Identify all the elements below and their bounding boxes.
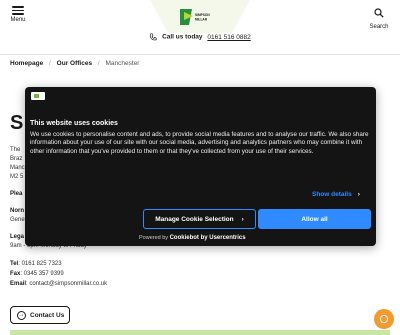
allow-all-button[interactable]: Allow all: [258, 209, 371, 229]
call-us-label: Call us today: [162, 33, 203, 41]
contact-us-label: Contact Us: [30, 311, 65, 319]
hamburger-icon: [12, 6, 24, 15]
legal-label: Lega: [10, 234, 25, 240]
contact-us-button[interactable]: → Contact Us: [10, 306, 70, 324]
address-line: Manc: [10, 165, 25, 171]
tel-value[interactable]: : 0161 825 7323: [18, 261, 61, 267]
cookie-consent-dialog: This website uses cookies We use cookies…: [25, 87, 376, 246]
svg-text:SIMPSON: SIMPSON: [195, 13, 210, 17]
normal-hours-value: Gene: [10, 217, 25, 223]
cookie-description: We use cookies to personalise content an…: [30, 131, 369, 155]
address-line: M2 5: [10, 174, 24, 180]
manage-cookie-selection-button[interactable]: Manage Cookie Selection ›: [143, 209, 256, 229]
please-note-text: Plea: [10, 191, 23, 197]
search-button[interactable]: Search: [367, 5, 391, 30]
breadcrumb-separator: /: [49, 60, 51, 67]
address-line: Braz: [10, 156, 23, 162]
chat-icon: [379, 314, 389, 324]
page-title: S: [10, 112, 24, 134]
breadcrumb-separator: /: [97, 60, 100, 67]
phone-icon: [150, 33, 157, 41]
powered-by: Powered by Cookiebot by Usercentrics: [139, 235, 246, 241]
header-divider: [0, 54, 400, 55]
svg-text:MILLAR: MILLAR: [195, 18, 208, 22]
menu-label: Menu: [10, 16, 26, 23]
show-details-label: Show details: [312, 191, 352, 198]
search-icon: [374, 8, 384, 18]
powered-by-prefix: Powered by: [139, 235, 169, 241]
green-banner: [10, 330, 390, 335]
show-details-link[interactable]: Show details ›: [312, 191, 360, 198]
arrow-right-icon: →: [17, 310, 26, 320]
email-label: Email: [10, 281, 27, 287]
breadcrumb-our-offices[interactable]: Our Offices: [57, 60, 92, 67]
cookiebot-brand-link[interactable]: Cookiebot by Usercentrics: [170, 235, 246, 241]
tel-label: Tel: [10, 261, 19, 267]
normal-hours-label: Norn: [10, 208, 24, 214]
email-value[interactable]: : contact@simpsonmillar.co.uk: [26, 281, 107, 287]
fax-value: : 0345 357 9399: [20, 271, 64, 277]
breadcrumb-current: Manchester: [105, 60, 140, 67]
chat-button[interactable]: [374, 309, 394, 329]
breadcrumb-homepage[interactable]: Homepage: [10, 60, 43, 67]
fax-label: Fax: [10, 271, 21, 277]
chevron-right-icon: ›: [241, 215, 244, 223]
manage-cookie-label: Manage Cookie Selection: [155, 215, 234, 223]
menu-button[interactable]: Menu: [8, 6, 28, 23]
brand-logo-icon: [31, 92, 45, 100]
call-bar: Call us today 0161 516 0882: [0, 33, 400, 47]
search-label: Search: [369, 24, 389, 30]
logo[interactable]: SIMPSON MILLAR: [150, 0, 250, 33]
site-header: Menu SIMPSON MILLAR Search: [0, 0, 400, 33]
cookie-title: This website uses cookies: [30, 120, 118, 127]
simpson-millar-logo-icon: SIMPSON MILLAR: [180, 9, 210, 25]
breadcrumb: Homepage / Our Offices / Manchester: [10, 60, 139, 67]
address-line: The: [10, 147, 21, 153]
allow-all-label: Allow all: [301, 215, 328, 223]
chevron-right-icon: ›: [357, 191, 360, 198]
call-number-link[interactable]: 0161 516 0882: [207, 34, 250, 41]
